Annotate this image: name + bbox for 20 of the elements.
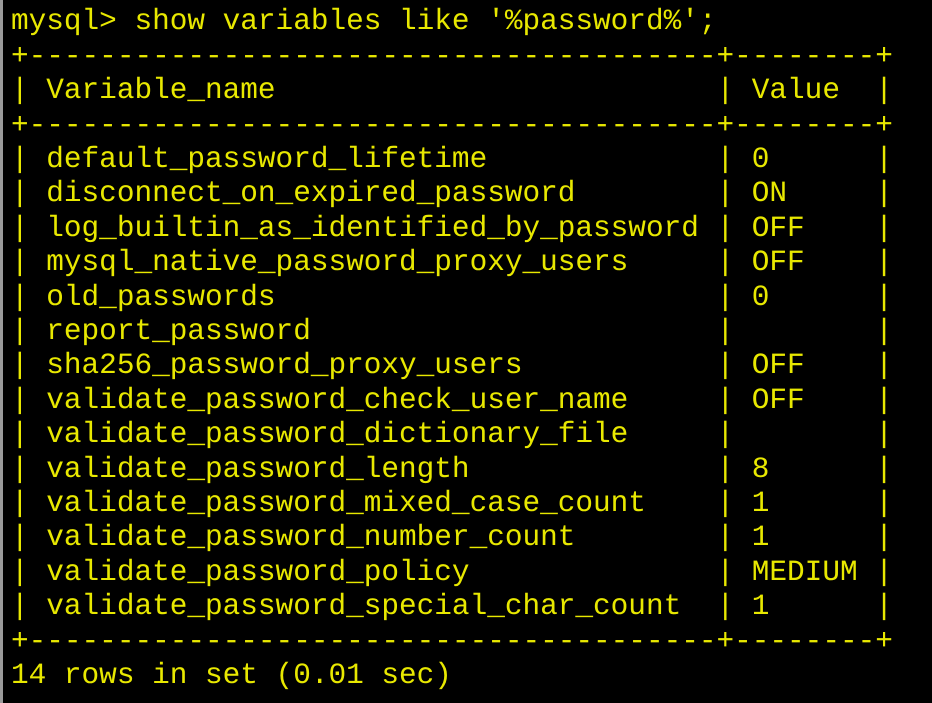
table-row: | old_passwords | 0 | bbox=[11, 282, 893, 312]
table-row: | validate_password_policy | MEDIUM | bbox=[11, 558, 893, 588]
table-header: | Variable_name | Value | bbox=[11, 76, 893, 106]
table-row: | validate_password_check_user_name | OFF | bbox=[11, 386, 893, 416]
command-line: mysql> show variables like '%password%'; bbox=[11, 7, 716, 37]
table-border: +---------------------------------------+--------+ bbox=[11, 626, 893, 656]
result-summary: 14 rows in set (0.01 sec) bbox=[11, 660, 452, 690]
table-row: | validate_password_special_char_count | 1 | bbox=[11, 592, 893, 622]
table-row: | validate_password_dictionary_file | | bbox=[11, 420, 893, 450]
table-row: | default_password_lifetime | 0 | bbox=[11, 145, 893, 174]
table-row: | mysql_native_password_proxy_users | OFF | bbox=[11, 248, 893, 278]
table-row: | validate_password_number_count | 1 | bbox=[11, 523, 893, 553]
table-row: | log_builtin_as_identified_by_password | OFF | bbox=[11, 214, 893, 244]
table-row: | validate_password_length | 8 | bbox=[11, 454, 893, 484]
table-row: | disconnect_on_expired_password | ON | bbox=[11, 179, 893, 209]
table-row: | report_password | | bbox=[11, 317, 893, 346]
table-row: | validate_password_mixed_case_count | 1 | bbox=[11, 488, 893, 518]
table-row: | sha256_password_proxy_users | OFF | bbox=[11, 351, 893, 381]
table-border: +---------------------------------------+--------+ bbox=[11, 110, 893, 140]
table-border: +---------------------------------------+--------+ bbox=[11, 42, 893, 72]
